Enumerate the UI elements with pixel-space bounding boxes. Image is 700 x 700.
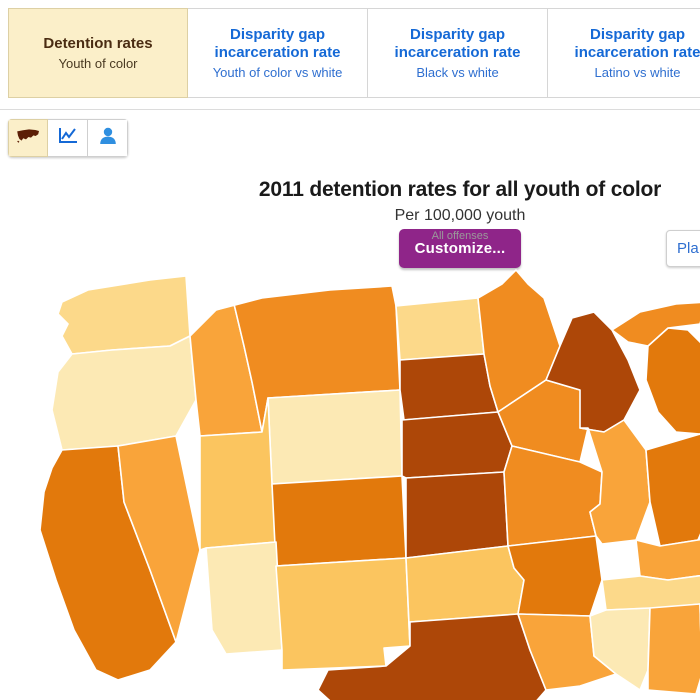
state-kansas[interactable] (405, 471, 509, 559)
chart-title-block: 2011 detention rates for all youth of co… (0, 178, 700, 242)
view-chart-button[interactable] (48, 119, 88, 157)
state-missouri[interactable] (503, 445, 603, 547)
line-chart-icon (57, 126, 79, 151)
tab-subtitle: Youth of color vs white (212, 64, 343, 80)
page-note: All offenses (431, 230, 489, 242)
tab-subtitle: Black vs white (416, 64, 499, 80)
tab-bar: Detention rates Youth of color Disparity… (0, 0, 700, 110)
us-choropleth-map[interactable] (0, 250, 700, 700)
state-new-mexico[interactable] (275, 557, 411, 671)
tab-disparity-black-vs-white[interactable]: Disparity gap incarceration rate Black v… (368, 8, 548, 98)
tab-subtitle: Youth of color (58, 55, 138, 71)
toolbar: Customize... Pla (0, 110, 700, 268)
tab-disparity-latino-vs-white[interactable]: Disparity gap incarceration rate Latino … (548, 8, 700, 98)
tab-subtitle: Latino vs white (594, 64, 681, 80)
tab-detention-rates[interactable]: Detention rates Youth of color (8, 8, 188, 98)
state-washington[interactable] (57, 275, 191, 355)
page-subtitle: Per 100,000 youth (394, 207, 526, 224)
map-svg (39, 269, 700, 700)
state-oregon[interactable] (51, 335, 197, 451)
state-michigan[interactable] (645, 327, 700, 435)
tab-list: Detention rates Youth of color Disparity… (8, 8, 700, 98)
state-south-dakota[interactable] (399, 353, 499, 421)
tab-title: Disparity gap incarceration rate (574, 26, 700, 61)
state-colorado[interactable] (271, 475, 407, 567)
us-map-icon (16, 128, 40, 149)
state-north-dakota[interactable] (395, 297, 485, 361)
view-mode-group (8, 119, 128, 157)
state-wyoming[interactable] (267, 389, 403, 485)
view-person-button[interactable] (88, 119, 128, 157)
tab-title: Disparity gap incarceration rate (394, 26, 521, 61)
tab-disparity-youth-of-color[interactable]: Disparity gap incarceration rate Youth o… (188, 8, 368, 98)
tab-title: Detention rates (43, 34, 153, 52)
state-arizona[interactable] (205, 541, 283, 655)
state-arkansas[interactable] (507, 535, 603, 617)
state-nebraska[interactable] (401, 411, 513, 479)
state-indiana[interactable] (645, 433, 700, 547)
view-map-button[interactable] (8, 119, 48, 157)
map-explorer-app: Detention rates Youth of color Disparity… (0, 0, 700, 700)
state-alabama[interactable] (647, 603, 700, 695)
tab-title: Disparity gap incarceration rate (214, 26, 341, 61)
page-title: 2011 detention rates for all youth of co… (258, 178, 662, 201)
person-icon (98, 126, 118, 151)
